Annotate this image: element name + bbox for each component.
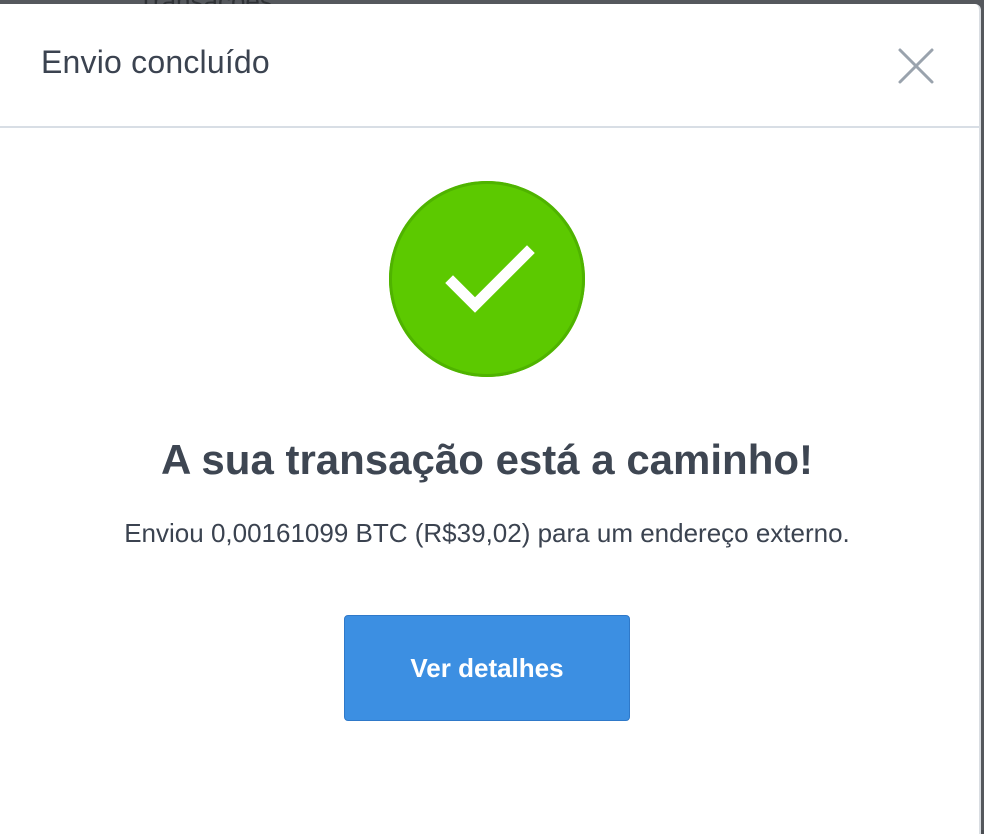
send-complete-modal: Envio concluído A sua transação está a c… — [0, 4, 981, 834]
success-headline: A sua transação está a caminho! — [160, 436, 814, 483]
success-check-circle — [389, 181, 585, 377]
modal-header: Envio concluído — [0, 4, 979, 128]
modal-title: Envio concluído — [41, 44, 270, 80]
view-details-button[interactable]: Ver detalhes — [344, 615, 630, 721]
close-button[interactable] — [890, 40, 942, 92]
checkmark-icon — [445, 245, 535, 313]
close-icon — [898, 48, 934, 84]
transaction-summary: Enviou 0,00161099 BTC (R$39,02) para um … — [124, 518, 850, 548]
